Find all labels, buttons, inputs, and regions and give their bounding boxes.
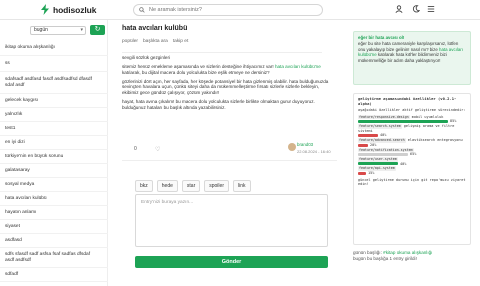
bkz-button[interactable]: bkz — [135, 180, 153, 192]
entry-paragraph: hayat, hata avına çıkalım! bu macera dol… — [122, 99, 315, 110]
daily-topic: günün başlığı: #kitap okuma alışkanlığı … — [353, 250, 433, 261]
star-button[interactable]: star — [181, 180, 201, 192]
topic-item[interactable]: hata avcıları kulübü — [0, 192, 108, 206]
lightning-icon — [41, 4, 49, 15]
changelog-footer: güncel geliştirme durumu için git repo'm… — [358, 177, 466, 187]
vote-count[interactable]: 0 — [134, 146, 137, 152]
topic-item[interactable]: siyaset — [0, 220, 108, 234]
changelog-item: feature/search-system gelişmiş arama ve … — [358, 124, 455, 138]
daily-topic-link[interactable]: #kitap okuma alışkanlığı — [383, 250, 432, 255]
entry-paragraph: gözlerinizi dört açın, her sayfada, her … — [122, 78, 329, 95]
divider — [122, 52, 322, 53]
avatar[interactable] — [288, 143, 296, 151]
entry-link[interactable]: hata avcıları kulübü'ne — [275, 64, 321, 69]
changelog-item: feature/advanced-search elastiksearch en… — [358, 138, 463, 147]
topic-tabs: popüler başlıkta ara takip et — [122, 39, 188, 44]
info-title: eğer bir hata avcısı ol! — [358, 35, 405, 40]
top-header: hodisozluk — [0, 0, 480, 20]
topic-item[interactable]: gelecek kaygısı — [0, 94, 108, 108]
feature-tag: feature/api-system — [358, 166, 396, 171]
topic-item[interactable]: en iyi dizi — [0, 136, 108, 150]
logo[interactable]: hodisozluk — [40, 4, 96, 15]
feature-tag: feature/responsive-design — [358, 114, 410, 120]
progress-bar — [358, 143, 368, 147]
progress-percent: 15% — [368, 171, 375, 176]
moon-icon[interactable] — [412, 5, 420, 13]
author-name[interactable]: brand03 — [297, 142, 313, 147]
progress-percent: 65% — [410, 152, 417, 157]
topic-item[interactable]: asdfasd — [0, 234, 108, 248]
tab-follow[interactable]: takip et — [173, 39, 188, 44]
textarea-placeholder: Entry'nizi buraya yazın... — [141, 200, 194, 205]
topic-item[interactable]: sosyal medya — [0, 178, 108, 192]
entry-paragraph: sevgili sözlük gezginleri — [122, 55, 171, 60]
topic-list: ikitap okuma alışkanlığı ss sdafsadf asd… — [0, 40, 108, 282]
divider — [122, 160, 337, 161]
bug-hunter-info: eğer bir hata avcısı ol! eğer bu site ha… — [353, 31, 471, 85]
day-select-value: bugün — [34, 27, 48, 33]
search-bar[interactable] — [133, 4, 323, 16]
entry-timestamp: 22.08.2024 - 16:40 — [297, 149, 331, 154]
refresh-icon: ↻ — [94, 26, 101, 33]
topic-item[interactable]: sdfs sfasdf sadf asfsa fsaf sadfas dfsda… — [0, 248, 108, 268]
brand-name: hodisozluk — [53, 4, 97, 15]
topic-item[interactable]: galatasaray — [0, 164, 108, 178]
progress-bar — [358, 171, 366, 175]
progress-percent: 40% — [400, 161, 407, 166]
entry-textarea[interactable]: Entry'nizi buraya yazın... — [135, 194, 328, 247]
search-icon — [139, 7, 145, 13]
heart-icon[interactable]: ♡ — [155, 146, 160, 153]
topic-item[interactable]: hayatın anlamı — [0, 206, 108, 220]
day-select[interactable]: bugün ▾ — [30, 26, 86, 35]
hede-button[interactable]: hede — [156, 180, 178, 192]
entry-paragraph: sitemiz henüz emekleme aşamasında ve siz… — [122, 64, 321, 75]
progress-bar — [358, 153, 408, 157]
progress-bar — [358, 120, 448, 124]
feature-tag: feature/notification-system — [358, 147, 414, 153]
topic-item[interactable]: test1 — [0, 122, 108, 136]
changelog-intro: aşağıdaki özellikler aktif geliştirme sü… — [358, 108, 466, 113]
entry-footer: 0 ♡ brand03 22.08.2024 - 16:40 — [122, 142, 337, 158]
topic-item[interactable]: ss — [0, 56, 108, 72]
changelog-item: feature/user-system 40% — [358, 156, 466, 166]
topic-item[interactable]: ikitap okuma alışkanlığı — [0, 40, 108, 56]
topic-item[interactable]: sdfadf — [0, 268, 108, 282]
link-button[interactable]: link — [232, 180, 251, 192]
changelog-item: feature/responsive-design mobil uyumlulu… — [358, 114, 457, 124]
search-input[interactable] — [149, 7, 319, 13]
topic-item[interactable]: türkiye'nin en büyük sorunu — [0, 150, 108, 164]
topic-title[interactable]: hata avcıları kulübü — [122, 25, 187, 32]
menu-icon[interactable] — [427, 5, 435, 13]
topic-item[interactable]: sdafsadf asdfasd fasdf asdfsadfsd dfasdf… — [0, 72, 108, 94]
submit-button[interactable]: Gönder — [135, 256, 328, 268]
tab-search-in-topic[interactable]: başlıkta ara — [143, 39, 168, 44]
changelog-title: geliştirme aşamasındaki özellikler (v0.2… — [358, 96, 457, 106]
entry-content: sevgili sözlük gezginleri sitemiz henüz … — [122, 55, 332, 114]
feature-tag: feature/user-system — [358, 156, 398, 162]
topic-item[interactable]: yalnızlık — [0, 108, 108, 122]
feature-tag: feature/advanced-search — [358, 138, 406, 143]
refresh-button[interactable]: ↻ — [90, 25, 105, 35]
changelog-item: feature/api-system 15% — [358, 166, 466, 175]
user-icon[interactable] — [395, 5, 403, 13]
progress-bar — [358, 134, 378, 138]
chevron-down-icon: ▾ — [80, 27, 83, 33]
progress-percent: 20% — [370, 142, 377, 147]
progress-bar — [358, 162, 398, 166]
changelog-box: geliştirme aşamasındaki özellikler (v0.2… — [353, 93, 471, 245]
spoiler-button[interactable]: spoiler — [204, 180, 229, 192]
changelog-item: feature/notification-system 65% — [358, 147, 466, 157]
tab-popular[interactable]: popüler — [122, 39, 138, 44]
editor-toolbar: bkz hede star spoiler link — [135, 180, 251, 192]
left-sidebar: bugün ▾ ↻ ikitap okuma alışkanlığı ss sd… — [0, 20, 108, 286]
